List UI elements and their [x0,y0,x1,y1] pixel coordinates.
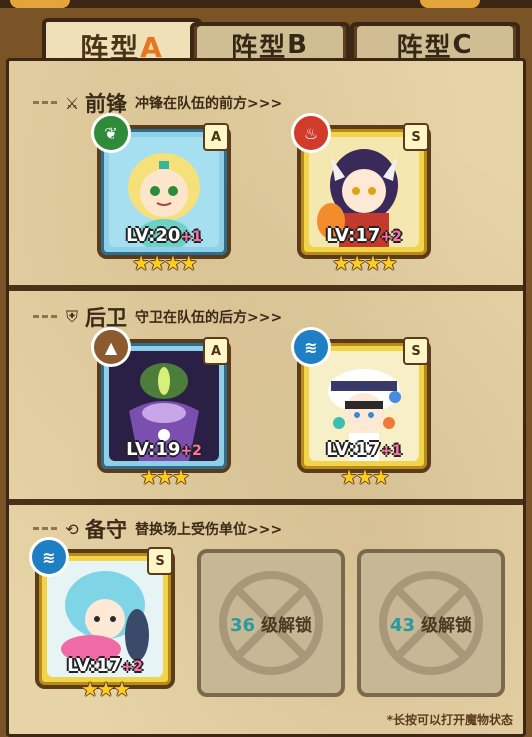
sword-icon: ⚔ [64,93,80,113]
level-label: LV:17+1 [326,439,402,460]
rarity-badge: A [203,337,229,365]
section-back-header: ⛨ 后卫 守卫在队伍的后方>>> [9,299,523,335]
section-reserve-header: ⟲ 备守 替换场上受伤单位>>> [9,511,523,547]
level-label: LV:17+2 [326,225,402,246]
fire-element-icon: ♨ [291,113,331,153]
level-label: LV:17+2 [67,655,143,676]
star-rating: ★★★ [81,677,131,701]
level-label: LV:19+2 [126,439,202,460]
section-desc: 替换场上受伤单位>>> [135,522,283,538]
section-front-header: ⚔ 前锋 冲锋在队伍的前方>>> [9,85,523,121]
unlock-level-label: 36 级解锁 [229,614,313,636]
locked-slot-1[interactable]: 36 级解锁 [197,549,345,697]
tab-letter: C [452,30,474,60]
star-rating: ★★★ [340,465,390,489]
top-nub-left [10,0,70,8]
section-desc: 守卫在队伍的后方>>> [135,310,283,326]
monster-card-back-2[interactable]: ≋ S LV:17+1 ★★★ [291,327,431,489]
rarity-badge: A [203,123,229,151]
long-press-hint: *长按可以打开魔物状态 [386,713,513,727]
leaf-element-icon: ❦ [91,113,131,153]
section-divider [9,285,523,291]
tab-letter: B [287,30,309,60]
water-element-icon: ≋ [291,327,331,367]
earth-element-icon: ▲ [91,327,131,367]
star-rating: ★★★ [140,465,190,489]
formation-tabs: 阵型 A 阵型 B 阵型 C [0,10,532,72]
unlock-level-label: 43 级解锁 [389,614,473,636]
rarity-badge: S [403,337,429,365]
top-nub-right [420,0,480,8]
star-rating: ★★★★ [132,251,198,275]
formation-screen: 阵型 A 阵型 B 阵型 C ⚔ 前锋 冲锋在队伍的前方>>> ❦ A LV:2… [0,0,532,737]
monster-card-front-1[interactable]: ❦ A LV:20+1 ★★★★ [91,113,231,275]
monster-card-front-2[interactable]: ♨ S LV:17+2 ★★★★ [291,113,431,275]
section-name: 备守 [85,518,127,542]
locked-slot-2[interactable]: 43 级解锁 [357,549,505,697]
rarity-badge: S [147,547,173,575]
water-element-icon: ≋ [29,537,69,577]
monster-card-reserve-1[interactable]: ≋ S LV:17+2 ★★★ [29,537,175,701]
top-bar [0,0,532,8]
monster-card-back-1[interactable]: ▲ A LV:19+2 ★★★ [91,327,231,489]
section-divider [9,499,523,505]
swap-icon: ⟲ [65,519,79,539]
rarity-badge: S [403,123,429,151]
formation-panel: ⚔ 前锋 冲锋在队伍的前方>>> ❦ A LV:20+1 ★★★★ ♨ S LV… [6,58,526,737]
star-rating: ★★★★ [332,251,398,275]
section-desc: 冲锋在队伍的前方>>> [135,96,283,112]
shield-icon: ⛨ [65,307,78,326]
level-label: LV:20+1 [126,225,202,246]
